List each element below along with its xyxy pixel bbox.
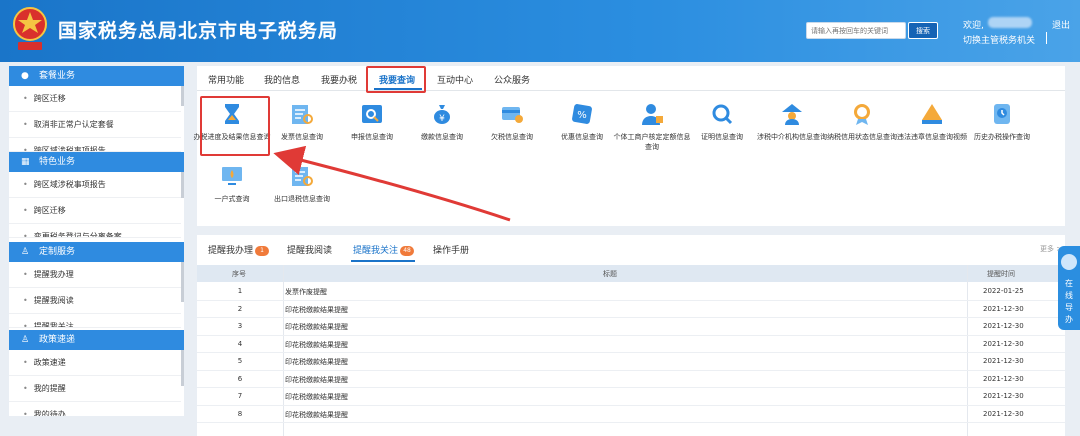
svg-text:¥: ¥ [439,114,445,124]
warning-icon [922,104,942,124]
grid-icon: ▦ [21,157,30,167]
tab-interaction[interactable]: 互动中心 [437,73,473,86]
service-payment-query[interactable]: ¥ 缴款信息查询 [402,102,482,154]
tab-my-info[interactable]: 我的信息 [264,73,300,86]
sidebar-scrollbar[interactable] [181,172,184,198]
user-icon: ♙ [21,247,30,257]
agency-icon [782,104,802,125]
table-row[interactable]: 5 印花税缴款结果提醒 2021-12-30 [197,353,1065,371]
site-title: 国家税务总局北京市电子税务局 [58,20,339,42]
invoice-search-icon [292,105,313,124]
service-one-stop-query[interactable]: 一户式查询 [192,164,272,216]
tab-remind-follow[interactable]: 提醒我关注 48 [353,243,415,256]
table-row[interactable]: 3 印花税缴款结果提醒 2021-12-30 [197,318,1065,336]
query-panel: 常用功能 我的信息 我要办税 我要查询 互动中心 公众服务 办税进度及结果信息查… [194,66,1065,226]
card-icon [502,107,523,123]
sidebar-item[interactable]: 跨区迁移 [9,86,181,112]
sidebar-section-policy[interactable]: ♙ 政策速递 [9,330,184,350]
medal-icon [854,104,870,125]
discount-icon: % [572,104,592,124]
top-header: 国家税务总局北京市电子税务局 搜索 欢迎, 切换主管税务机关 退出 [0,0,1080,62]
sidebar-item[interactable]: 跨区域涉税事项报告 [9,138,181,152]
monitor-icon [222,167,242,185]
service-agency-query[interactable]: 涉税中介机构信息查询 [752,102,832,154]
active-tab-underline [351,260,415,262]
sidebar-scrollbar[interactable] [181,262,184,302]
welcome-text: 欢迎, [963,21,984,31]
declaration-search-icon [362,105,382,123]
sidebar-item[interactable]: 提醒我关注 [9,314,181,328]
tab-tax-handling[interactable]: 我要办税 [321,73,357,86]
sidebar-item[interactable]: 取消非正常户认定套餐 [9,112,181,138]
service-certificate-query[interactable]: 证明信息查询 [682,102,762,154]
tab-manual[interactable]: 操作手册 [433,243,469,256]
tab-remind-read[interactable]: 提醒我阅读 [287,243,332,256]
sidebar-item[interactable]: 政策速递 [9,350,181,376]
service-discount-query[interactable]: % 优惠信息查询 [542,102,622,154]
count-badge: 48 [400,245,415,256]
switch-agency-link[interactable]: 切换主管税务机关 [963,33,1035,46]
sidebar-item[interactable]: 变更税务登记与分离备案 [9,224,181,238]
sidebar-item[interactable]: 提醒我阅读 [9,288,181,314]
sidebar-scrollbar[interactable] [181,86,184,106]
header-divider [1046,32,1047,44]
logout-link[interactable]: 退出 [1052,18,1070,31]
username-redacted [988,17,1032,28]
sidebar-item[interactable]: 我的提醒 [9,376,181,402]
user-icon: ♙ [21,335,30,345]
tax-emblem-icon [13,7,47,50]
certificate-search-icon [712,104,733,125]
online-guide-label: 在线导办 [1065,279,1073,324]
table-row[interactable]: 8 印花税缴款结果提醒 2021-12-30 [197,406,1065,423]
service-invoice-query[interactable]: 发票信息查询 [262,102,342,154]
assistant-avatar-icon [1061,254,1077,270]
sidebar-section-featured[interactable]: ▦ 特色业务 [9,152,184,172]
service-history-query[interactable]: 历史办税操作查询 [962,102,1042,154]
person-icon [642,104,663,125]
sidebar-section-package[interactable]: ● 套餐业务 [9,66,184,86]
tab-remind-handle[interactable]: 提醒我办理 1 [208,243,270,256]
search-input[interactable] [806,22,906,39]
tab-public-service[interactable]: 公众服务 [494,73,530,86]
search-button[interactable]: 搜索 [908,22,938,39]
sidebar-item[interactable]: 跨区域涉税事项报告 [9,172,181,198]
sidebar-item[interactable]: 我的待办 [9,402,181,416]
sidebar-item[interactable]: 跨区迁移 [9,198,181,224]
service-individual-quota-query[interactable]: 个体工商户核定定额信息查询 [612,102,692,154]
money-bag-icon: ¥ [434,105,450,124]
service-credit-status-query[interactable]: 纳税信用状态信息查询 [822,102,902,154]
service-violation-query[interactable]: 违法违章信息查询视频 [892,102,972,154]
service-declaration-query[interactable]: 申报信息查询 [332,102,412,154]
tab-common[interactable]: 常用功能 [208,73,244,86]
table-row[interactable]: 1 发票作废提醒 2022-01-25 [197,283,1065,301]
service-arrears-query[interactable]: 欠税信息查询 [472,102,552,154]
table-row[interactable]: 4 印花税缴款结果提醒 2021-12-30 [197,336,1065,353]
history-icon [994,104,1010,124]
export-search-icon [292,167,313,186]
table-row[interactable]: 7 印花税缴款结果提醒 2021-12-30 [197,388,1065,406]
count-badge: 1 [255,245,270,256]
table-header: 序号 标题 提醒时间 [197,265,1065,282]
sidebar-section-custom[interactable]: ♙ 定制服务 [9,242,184,262]
service-export-rebate-query[interactable]: 出口退税信息查询 [262,164,342,216]
tab-divider [197,90,1065,91]
reminder-panel: 提醒我办理 1 提醒我阅读 提醒我关注 48 操作手册 更多 > 序号 标题 提醒时… [197,235,1065,436]
service-highlight-box [200,96,270,156]
svg-text:%: % [577,110,587,121]
table-row[interactable]: 6 印花税缴款结果提醒 2021-12-30 [197,371,1065,388]
package-icon: ● [21,71,29,81]
sidebar-scrollbar[interactable] [181,350,184,386]
sidebar: ●套餐业务 跨区迁移 取消非正常户认定套餐 跨区域涉税事项报告 ▦特色业务 跨区… [9,66,184,416]
table-row[interactable]: 2 印花税缴款结果提醒 2021-12-30 [197,301,1065,318]
sidebar-item[interactable]: 提醒我办理 [9,262,181,288]
online-guide-widget[interactable]: 在线导办 [1058,246,1080,330]
tab-highlight-box [366,66,426,93]
